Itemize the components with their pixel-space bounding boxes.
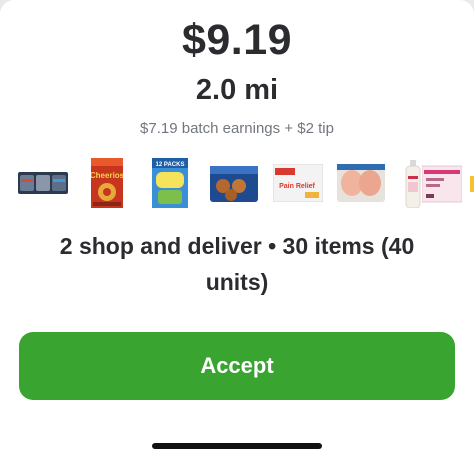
product-thumbnails: Cheerios 12 PACKS Pain Relief (0, 152, 474, 214)
product-image-snack-pack: 12 PACKS (152, 158, 188, 208)
batch-offer-card: $9.19 2.0 mi $7.19 batch earnings + $2 t… (0, 0, 474, 460)
product-image-pain-relief: Pain Relief (272, 163, 324, 203)
product-image-cheerios: Cheerios (90, 158, 125, 208)
earnings-breakdown: $7.19 batch earnings + $2 tip (140, 120, 334, 137)
snack-pack-label: 12 PACKS (156, 162, 185, 168)
product-image-lotion (403, 160, 423, 209)
offer-distance: 2.0 mi (195, 74, 279, 106)
offer-amount: $9.19 (181, 16, 293, 64)
batch-summary: 2 shop and deliver • 30 items (40 units) (59, 233, 415, 295)
product-image-chicken (337, 164, 385, 202)
product-image-cat-food (18, 170, 68, 196)
accept-button[interactable]: Accept (19, 332, 455, 400)
cheerios-brand-text: Cheerios (91, 171, 123, 180)
home-indicator[interactable] (152, 443, 322, 449)
pain-relief-label: Pain Relief (279, 183, 315, 190)
product-image-pink-box (421, 164, 463, 204)
product-image-partial-yellow (470, 176, 474, 192)
product-image-muffins (210, 166, 258, 202)
